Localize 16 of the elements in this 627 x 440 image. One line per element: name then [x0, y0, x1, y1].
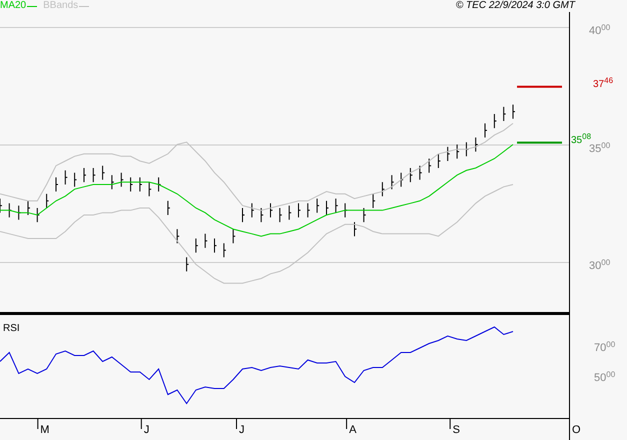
panel-title: RSI [3, 323, 20, 334]
copyright-text: © TEC 22/9/2024 3:0 GMT [456, 0, 575, 12]
axis-tick-label: O [572, 424, 581, 437]
axis-tick-label: J [238, 424, 244, 437]
legend-label: MA20 [0, 0, 26, 12]
axis-tick-label: 40$^{00}$ [589, 25, 610, 38]
axis-tick-label: 70$^{00}$ [594, 342, 616, 354]
axis-tick-label: M [40, 424, 50, 437]
axis-tick-label: J [144, 424, 150, 437]
axis-tick-label: 35$^{00}$ [589, 142, 610, 155]
level-label: 35$^{08}$ [571, 134, 592, 146]
axis-tick-label: S [452, 424, 460, 437]
axis-tick-label: 30$^{00}$ [589, 260, 610, 272]
axis-tick-label: 50$^{00}$ [594, 372, 616, 384]
level-label: 37$^{46}$ [593, 78, 614, 91]
axis-tick-label: A [349, 424, 356, 437]
